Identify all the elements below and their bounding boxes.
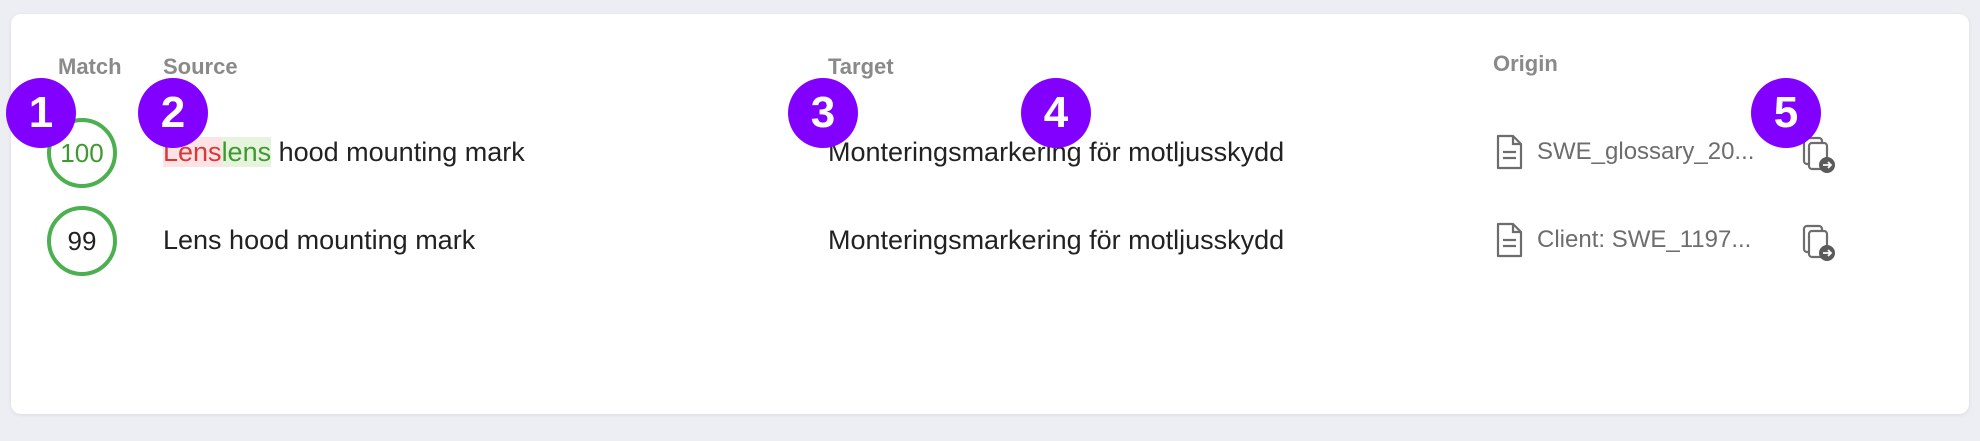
- target-text: Monteringsmarkering för motljusskydd: [828, 225, 1285, 255]
- match-score: 99: [67, 225, 97, 256]
- document-icon: [1495, 222, 1523, 258]
- source-text: Lenslens hood mounting mark: [163, 137, 525, 168]
- target-column-header: Target: [828, 54, 894, 79]
- match-column-header: Match: [58, 54, 122, 79]
- match-score-ring: 99: [47, 206, 117, 276]
- callout-badge-1: 1: [6, 78, 76, 148]
- match-row[interactable]: 100 Lenslens hood mounting mark Monterin…: [0, 110, 1980, 198]
- origin-info: SWE_glossary_20...: [1495, 134, 1754, 170]
- callout-badge-2: 2: [138, 78, 208, 148]
- match-row[interactable]: 99 Lens hood mounting mark Monteringsmar…: [0, 198, 1980, 286]
- source-inserted-text: lens: [221, 137, 272, 167]
- source-text: Lens hood mounting mark: [163, 225, 476, 255]
- callout-badge-5: 5: [1751, 78, 1821, 148]
- document-icon: [1495, 134, 1523, 170]
- origin-name: SWE_glossary_20...: [1537, 138, 1755, 165]
- origin-info: Client: SWE_1197...: [1495, 222, 1751, 258]
- source-rest-text: hood mounting mark: [271, 137, 525, 167]
- origin-name: Client: SWE_1197...: [1537, 226, 1752, 253]
- callout-badge-3: 3: [788, 78, 858, 148]
- source-column-header: Source: [163, 54, 238, 79]
- copy-to-target-icon[interactable]: [1798, 222, 1838, 262]
- match-score: 100: [60, 137, 104, 168]
- origin-column-header: Origin: [1493, 51, 1558, 76]
- callout-badge-4: 4: [1021, 78, 1091, 148]
